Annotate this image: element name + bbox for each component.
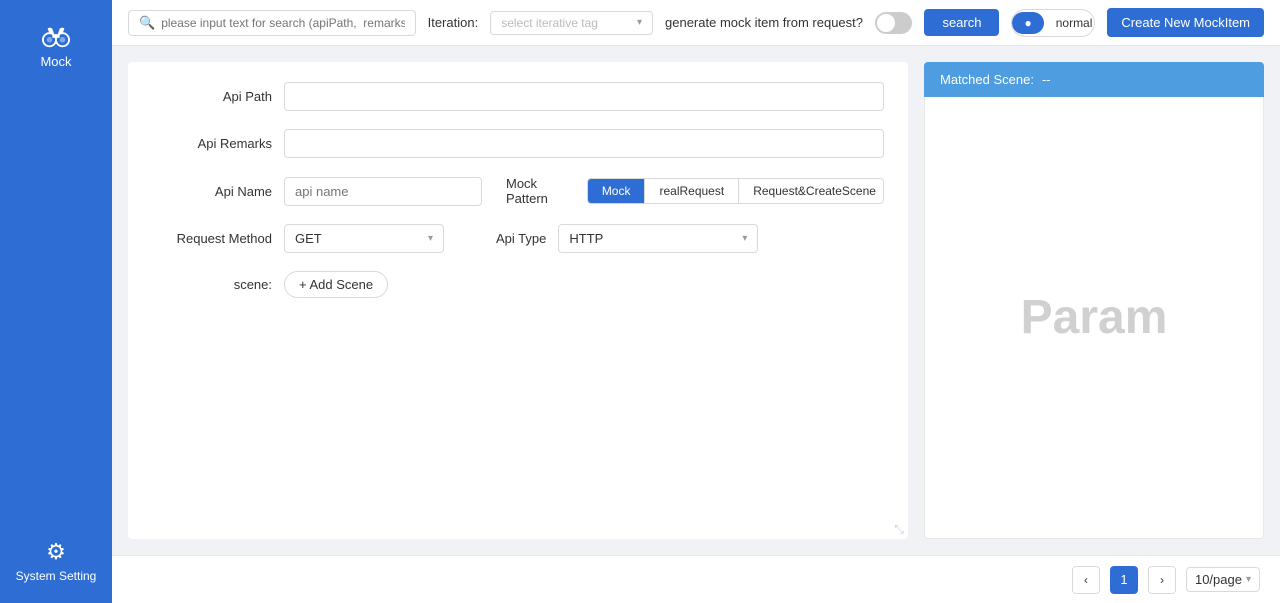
page-size-select[interactable]: 10/page ▾ <box>1186 567 1260 592</box>
method-value: GET <box>295 231 322 246</box>
mock-tab-mock[interactable]: Mock <box>588 179 646 203</box>
current-page-number: 1 <box>1110 566 1138 594</box>
scene-row: scene: + Add Scene <box>152 271 884 298</box>
main-area: 🔍 Iteration: select iterative tag ▾ gene… <box>112 0 1280 603</box>
iteration-select[interactable]: select iterative tag ▾ <box>490 11 653 35</box>
normal-toggle[interactable]: ● normal <box>1011 9 1095 37</box>
resize-handle-icon: ⤡ <box>894 522 904 537</box>
prev-page-button[interactable]: ‹ <box>1072 566 1100 594</box>
create-mockitem-button[interactable]: Create New MockItem <box>1107 8 1264 37</box>
sidebar-item-mock[interactable]: Mock <box>30 10 81 81</box>
right-panel: Matched Scene: -- Param <box>924 62 1264 539</box>
matched-scene-label: Matched Scene: <box>940 72 1034 87</box>
api-remarks-input[interactable]: api remarks <box>284 129 884 158</box>
api-path-input[interactable] <box>284 82 884 111</box>
api-name-label: Api Name <box>152 184 272 199</box>
iteration-chevron-icon: ▾ <box>637 17 642 28</box>
gear-icon: ⚙ <box>46 539 66 565</box>
api-path-label: Api Path <box>152 89 272 104</box>
mock-tab-request-create-scene[interactable]: Request&CreateScene <box>739 179 884 203</box>
api-type-chevron-icon: ▾ <box>742 233 747 244</box>
next-arrow-icon: › <box>1160 573 1164 587</box>
search-button[interactable]: search <box>924 9 999 36</box>
request-method-row: Request Method GET ▾ Api Type HTTP ▾ <box>152 224 884 253</box>
iteration-label: Iteration: <box>428 15 479 30</box>
content-area: Api Path Api Remarks api remarks Api Nam… <box>112 46 1280 555</box>
search-input[interactable] <box>161 16 404 30</box>
next-page-button[interactable]: › <box>1148 566 1176 594</box>
sidebar: Mock ⚙ System Setting <box>0 0 112 603</box>
binoculars-icon <box>42 22 70 50</box>
search-box: 🔍 <box>128 10 416 36</box>
normal-toggle-label: normal <box>1044 12 1096 34</box>
iteration-placeholder: select iterative tag <box>501 16 598 30</box>
api-name-input[interactable] <box>284 177 482 206</box>
normal-toggle-dot: ● <box>1012 12 1043 34</box>
api-type-select[interactable]: HTTP ▾ <box>558 224 758 253</box>
sidebar-system-setting[interactable]: ⚙ System Setting <box>16 539 97 583</box>
mock-tabs: Mock realRequest Request&CreateScene Moc… <box>587 178 884 204</box>
toggle-knob <box>877 14 895 32</box>
param-area: Param <box>924 97 1264 539</box>
sidebar-mock-label: Mock <box>40 54 71 69</box>
page-size-chevron-icon: ▾ <box>1246 574 1251 585</box>
mock-tab-realrequest[interactable]: realRequest <box>645 179 739 203</box>
request-method-select[interactable]: GET ▾ <box>284 224 444 253</box>
prev-arrow-icon: ‹ <box>1084 573 1088 587</box>
system-setting-label: System Setting <box>16 569 97 583</box>
mock-pattern-label: Mock Pattern <box>506 176 567 206</box>
page-size-value: 10/page <box>1195 572 1242 587</box>
method-chevron-icon: ▾ <box>428 233 433 244</box>
api-name-row: Api Name Mock Pattern Mock realRequest R… <box>152 176 884 206</box>
api-type-label: Api Type <box>496 231 546 246</box>
request-method-label: Request Method <box>152 231 272 246</box>
param-text: Param <box>1021 290 1168 345</box>
scene-label: scene: <box>152 277 272 292</box>
matched-scene-bar: Matched Scene: -- <box>924 62 1264 97</box>
topbar: 🔍 Iteration: select iterative tag ▾ gene… <box>112 0 1280 46</box>
form-panel: Api Path Api Remarks api remarks Api Nam… <box>128 62 908 539</box>
add-scene-button[interactable]: + Add Scene <box>284 271 388 298</box>
generate-toggle[interactable] <box>875 12 912 34</box>
search-icon: 🔍 <box>139 15 155 31</box>
api-path-row: Api Path <box>152 82 884 111</box>
api-type-value: HTTP <box>569 231 603 246</box>
api-remarks-label: Api Remarks <box>152 136 272 151</box>
api-remarks-row: Api Remarks api remarks <box>152 129 884 158</box>
matched-scene-value: -- <box>1042 72 1051 87</box>
generate-label: generate mock item from request? <box>665 15 863 30</box>
footer: ‹ 1 › 10/page ▾ <box>112 555 1280 603</box>
